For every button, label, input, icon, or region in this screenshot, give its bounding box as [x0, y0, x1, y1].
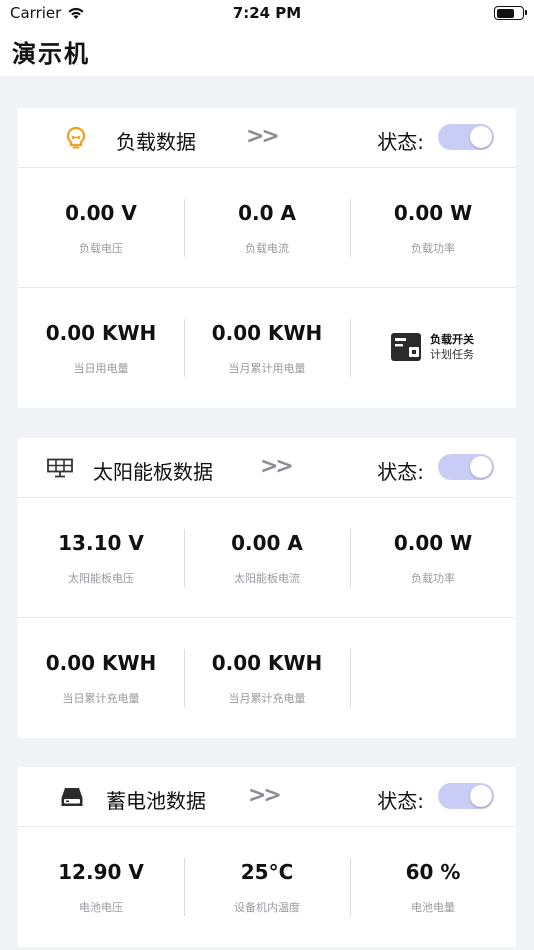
battery-level-value: 60 %	[405, 860, 461, 884]
solar-daily-charge-value: 0.00 KWH	[45, 651, 157, 675]
solar-current-label: 太阳能板电流	[234, 572, 300, 585]
load-daily-usage-label: 当日用电量	[73, 362, 129, 375]
load-row-2: 0.00 KWH 当日用电量 0.00 KWH 当月累计用电量 负载开关 计划任…	[18, 288, 516, 408]
load-current-cell: 0.0 A 负载电流	[184, 168, 350, 288]
solar-status-label: 状态:	[377, 460, 424, 484]
battery-device-icon	[58, 785, 86, 809]
load-current-label: 负载电流	[245, 242, 289, 255]
toggle-knob	[470, 126, 492, 148]
nav-header: 演示机	[0, 26, 534, 76]
load-schedule-button[interactable]: 负载开关 计划任务	[390, 332, 474, 362]
schedule-subtitle: 计划任务	[430, 348, 474, 361]
solar-card-title: 太阳能板数据	[93, 460, 213, 484]
solar-current-value: 0.00 A	[231, 531, 303, 555]
battery-level-cell: 60 % 电池电量	[350, 827, 516, 947]
load-power-value: 0.00 W	[393, 201, 473, 225]
battery-card-header[interactable]: 蓄电池数据 >> 状态:	[18, 767, 516, 827]
battery-level-label: 电池电量	[411, 901, 455, 914]
battery-voltage-cell: 12.90 V 电池电压	[18, 827, 184, 947]
status-bar: Carrier 7:24 PM	[0, 0, 534, 26]
schedule-title: 负载开关	[430, 333, 474, 346]
device-temperature-label: 设备机内温度	[234, 901, 300, 914]
solar-card-header[interactable]: 太阳能板数据 >> 状态:	[18, 438, 516, 498]
solar-row-2: 0.00 KWH 当日累计充电量 0.00 KWH 当月累计充电量	[18, 618, 516, 738]
load-monthly-usage-label: 当月累计用电量	[228, 362, 306, 375]
solar-current-cell: 0.00 A 太阳能板电流	[184, 498, 350, 618]
battery-detail-chevron-icon[interactable]: >>	[248, 783, 282, 808]
solar-power-cell: 0.00 W 负载功率	[350, 498, 516, 618]
toggle-knob	[470, 456, 492, 478]
load-daily-usage-cell: 0.00 KWH 当日用电量	[18, 288, 184, 408]
load-data-card: 负载数据 >> 状态: 0.00 V 负载电压 0.0 A 负载电流 0.00 …	[18, 108, 516, 408]
load-monthly-usage-value: 0.00 KWH	[211, 321, 323, 345]
load-power-cell: 0.00 W 负载功率	[350, 168, 516, 288]
divider	[350, 649, 351, 707]
load-row-1: 0.00 V 负载电压 0.0 A 负载电流 0.00 W 负载功率	[18, 168, 516, 288]
solar-panel-icon	[46, 456, 74, 480]
battery-status-label: 状态:	[377, 789, 424, 813]
load-power-label: 负载功率	[411, 242, 455, 255]
battery-icon	[494, 6, 527, 20]
battery-voltage-label: 电池电压	[79, 901, 123, 914]
load-daily-usage-value: 0.00 KWH	[45, 321, 157, 345]
solar-monthly-charge-cell: 0.00 KWH 当月累计充电量	[184, 618, 350, 738]
solar-monthly-charge-value: 0.00 KWH	[211, 651, 323, 675]
solar-daily-charge-cell: 0.00 KWH 当日累计充电量	[18, 618, 184, 738]
load-current-value: 0.0 A	[238, 201, 296, 225]
clock: 7:24 PM	[232, 4, 302, 22]
lightbulb-icon	[62, 126, 90, 150]
page-title: 演示机	[12, 40, 90, 68]
device-temperature-cell: 25°C 设备机内温度	[184, 827, 350, 947]
battery-data-card: 蓄电池数据 >> 状态: 12.90 V 电池电压 25°C 设备机内温度 60…	[18, 767, 516, 947]
solar-row-1: 13.10 V 太阳能板电压 0.00 A 太阳能板电流 0.00 W 负载功率	[18, 498, 516, 618]
load-schedule-cell: 负载开关 计划任务	[350, 288, 516, 408]
solar-power-label: 负载功率	[411, 572, 455, 585]
solar-status-toggle[interactable]	[438, 454, 494, 480]
battery-card-title: 蓄电池数据	[106, 789, 206, 813]
battery-row-1: 12.90 V 电池电压 25°C 设备机内温度 60 % 电池电量	[18, 827, 516, 947]
solar-detail-chevron-icon[interactable]: >>	[260, 454, 294, 479]
device-temperature-value: 25°C	[240, 860, 294, 884]
load-status-toggle[interactable]	[438, 124, 494, 150]
solar-data-card: 太阳能板数据 >> 状态: 13.10 V 太阳能板电压 0.00 A 太阳能板…	[18, 438, 516, 738]
battery-indicator	[494, 6, 527, 20]
load-voltage-cell: 0.00 V 负载电压	[18, 168, 184, 288]
solar-power-value: 0.00 W	[393, 531, 473, 555]
battery-voltage-value: 12.90 V	[58, 860, 144, 884]
solar-monthly-charge-label: 当月累计充电量	[228, 692, 306, 705]
load-status-label: 状态:	[377, 130, 424, 154]
toggle-knob	[470, 785, 492, 807]
solar-voltage-cell: 13.10 V 太阳能板电压	[18, 498, 184, 618]
load-card-header[interactable]: 负载数据 >> 状态:	[18, 108, 516, 168]
solar-daily-charge-label: 当日累计充电量	[62, 692, 140, 705]
solar-voltage-value: 13.10 V	[58, 531, 144, 555]
solar-voltage-label: 太阳能板电压	[68, 572, 134, 585]
schedule-icon	[391, 333, 421, 361]
load-card-title: 负载数据	[116, 130, 196, 154]
load-detail-chevron-icon[interactable]: >>	[246, 124, 280, 149]
load-voltage-value: 0.00 V	[65, 201, 137, 225]
battery-status-toggle[interactable]	[438, 783, 494, 809]
load-monthly-usage-cell: 0.00 KWH 当月累计用电量	[184, 288, 350, 408]
load-voltage-label: 负载电压	[79, 242, 123, 255]
